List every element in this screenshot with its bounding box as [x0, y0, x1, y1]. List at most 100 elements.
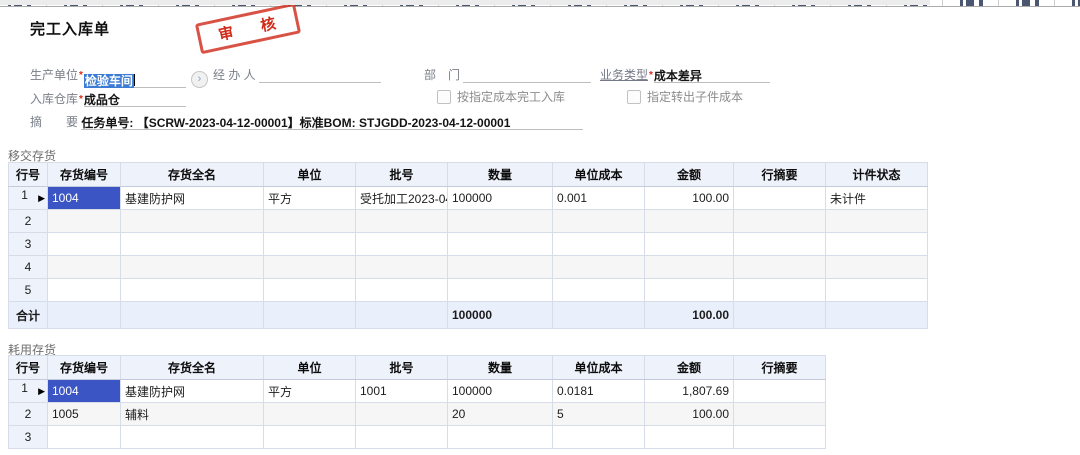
cell-batch[interactable] [356, 256, 448, 279]
cell-name[interactable]: 辅料 [121, 403, 264, 426]
cell-memo[interactable] [734, 426, 826, 449]
cell-batch[interactable] [356, 210, 448, 233]
cell-name[interactable] [121, 233, 264, 256]
cell-unit[interactable] [264, 426, 356, 449]
cell-line-no[interactable]: 3 [9, 426, 48, 449]
cell-unit-cost[interactable]: 0.001 [553, 187, 645, 210]
cell-code[interactable]: 1005 [48, 403, 121, 426]
cell-piece-status[interactable] [826, 256, 928, 279]
cell-code[interactable] [48, 426, 121, 449]
cell-piece-status[interactable] [826, 210, 928, 233]
cell-unit[interactable]: 平方 [264, 380, 356, 403]
grid-scroll-strip[interactable] [0, 0, 930, 5]
cell-code[interactable] [48, 210, 121, 233]
cell-batch[interactable] [356, 403, 448, 426]
biz-type-label[interactable]: 业务类型 [600, 68, 648, 82]
cell-unit[interactable] [264, 256, 356, 279]
col-header: 单位成本 [553, 356, 645, 380]
cell-amount[interactable] [645, 233, 734, 256]
cell-qty[interactable] [448, 210, 553, 233]
cell-batch[interactable] [356, 279, 448, 302]
cell-qty[interactable] [448, 426, 553, 449]
cell-amount[interactable]: 100.00 [645, 403, 734, 426]
producer-value: 检验车间 [84, 74, 134, 88]
col-header: 行摘要 [734, 163, 826, 187]
cell-unit-cost[interactable]: 5 [553, 403, 645, 426]
cell-code[interactable]: 1004 [48, 380, 121, 403]
table-row: 3 [9, 426, 826, 449]
cell-qty[interactable] [448, 279, 553, 302]
producer-input[interactable]: 检验车间 [84, 72, 186, 88]
cell-line-no[interactable]: 3 [9, 233, 48, 256]
required-marker: * [649, 70, 653, 81]
cell-code[interactable] [48, 279, 121, 302]
cell-line-no[interactable]: 1▶ [9, 380, 48, 403]
cell-name[interactable] [121, 256, 264, 279]
checkbox-icon[interactable] [627, 90, 641, 104]
cell-memo[interactable] [734, 403, 826, 426]
cell-batch[interactable] [356, 233, 448, 256]
cell-qty[interactable]: 100000 [448, 380, 553, 403]
cell-line-no[interactable]: 1▶ [9, 187, 48, 210]
cell-name[interactable] [121, 210, 264, 233]
cell-unit[interactable] [264, 403, 356, 426]
checkbox-icon[interactable] [437, 90, 451, 104]
cell-amount[interactable] [645, 426, 734, 449]
cell-qty[interactable]: 20 [448, 403, 553, 426]
warehouse-input[interactable]: 成品仓 [84, 91, 186, 107]
cell-unit-cost[interactable] [553, 210, 645, 233]
cell-piece-status[interactable] [826, 233, 928, 256]
cell-unit[interactable] [264, 279, 356, 302]
cell-amount[interactable]: 100.00 [645, 187, 734, 210]
checkbox-transfer-child-label: 指定转出子件成本 [647, 88, 743, 105]
cell-line-no[interactable]: 2 [9, 403, 48, 426]
checkbox-transfer-child[interactable]: 指定转出子件成本 [627, 88, 743, 105]
col-header: 存货全名 [121, 163, 264, 187]
cell-name[interactable] [121, 279, 264, 302]
cell-unit-cost[interactable] [553, 256, 645, 279]
cell-unit-cost[interactable]: 0.0181 [553, 380, 645, 403]
cell-amount[interactable] [645, 210, 734, 233]
department-input[interactable] [463, 67, 591, 83]
cell-code[interactable]: 1004 [48, 187, 121, 210]
col-header: 单位 [264, 356, 356, 380]
browse-button[interactable]: › [191, 71, 208, 88]
handler-input[interactable] [259, 67, 381, 83]
cell-memo[interactable] [734, 256, 826, 279]
cell-name[interactable]: 基建防护网 [121, 187, 264, 210]
cell-batch[interactable]: 受托加工2023-04-1 [356, 187, 448, 210]
cell-unit-cost[interactable] [553, 279, 645, 302]
checkbox-specified-cost[interactable]: 按指定成本完工入库 [437, 88, 565, 105]
cell-amount[interactable] [645, 279, 734, 302]
cell-memo[interactable] [734, 187, 826, 210]
col-header: 行号 [9, 356, 48, 380]
cell-unit-cost[interactable] [553, 233, 645, 256]
cell-line-no[interactable]: 5 [9, 279, 48, 302]
cell-unit[interactable] [264, 210, 356, 233]
cell-memo[interactable] [734, 210, 826, 233]
table-row: 4 [9, 256, 928, 279]
cell-qty[interactable]: 100000 [448, 187, 553, 210]
cell-memo[interactable] [734, 233, 826, 256]
cell-batch[interactable]: 1001 [356, 380, 448, 403]
summary-input[interactable]: 任务单号: 【SCRW-2023-04-12-00001】标准BOM: STJG… [81, 114, 583, 130]
biz-type-input[interactable]: 成本差异 [654, 67, 770, 83]
cell-memo[interactable] [734, 279, 826, 302]
cell-unit-cost[interactable] [553, 426, 645, 449]
cell-piece-status[interactable]: 未计件 [826, 187, 928, 210]
cell-line-no[interactable]: 2 [9, 210, 48, 233]
cell-code[interactable] [48, 256, 121, 279]
cell-name[interactable]: 基建防护网 [121, 380, 264, 403]
cell-amount[interactable]: 1,807.69 [645, 380, 734, 403]
cell-piece-status[interactable] [826, 279, 928, 302]
cell-name[interactable] [121, 426, 264, 449]
cell-qty[interactable] [448, 256, 553, 279]
cell-unit[interactable]: 平方 [264, 187, 356, 210]
cell-line-no[interactable]: 4 [9, 256, 48, 279]
cell-unit[interactable] [264, 233, 356, 256]
cell-qty[interactable] [448, 233, 553, 256]
cell-amount[interactable] [645, 256, 734, 279]
cell-batch[interactable] [356, 426, 448, 449]
cell-code[interactable] [48, 233, 121, 256]
cell-memo[interactable] [734, 380, 826, 403]
